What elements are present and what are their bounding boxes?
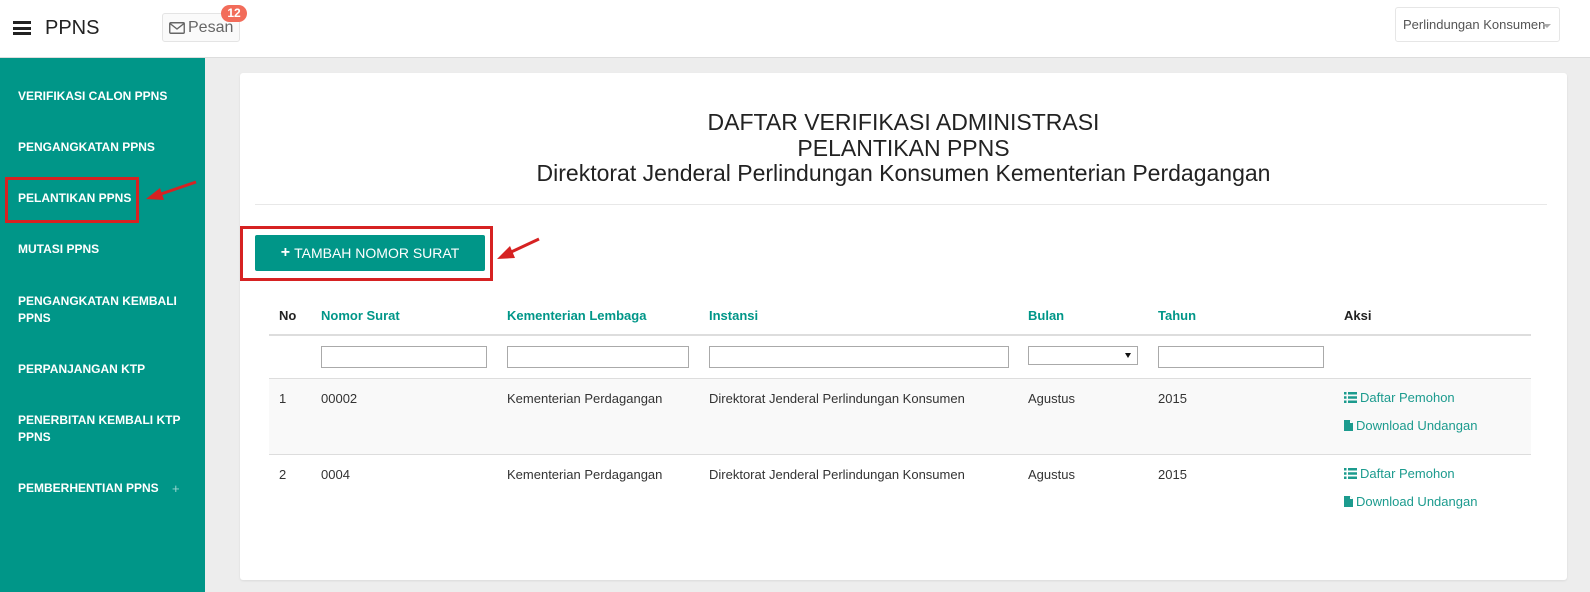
main-panel: DAFTAR VERIFIKASI ADMINISTRASI PELANTIKA…: [240, 73, 1567, 580]
cell-instansi: Direktorat Jenderal Perlindungan Konsume…: [709, 391, 965, 406]
column-header-bulan[interactable]: Bulan: [1028, 308, 1064, 323]
download-undangan-label: Download Undangan: [1356, 494, 1478, 509]
cell-kementerian: Kementerian Perdagangan: [507, 391, 663, 406]
row-divider: [269, 454, 1531, 455]
file-icon: [1344, 496, 1353, 507]
column-header-kementerian-lembaga[interactable]: Kementerian Lembaga: [507, 308, 646, 323]
divider: [255, 204, 1547, 205]
filter-bulan-select[interactable]: [1028, 346, 1138, 365]
cell-no: 2: [279, 467, 287, 482]
file-icon: [1344, 420, 1353, 431]
list-icon: [1344, 392, 1357, 403]
column-header-aksi: Aksi: [1344, 308, 1372, 323]
sidebar-item-pemberhentian-ppns[interactable]: PEMBERHENTIAN PPNS: [18, 480, 193, 497]
column-header-nomor-surat[interactable]: Nomor Surat: [321, 308, 400, 323]
ministry-dropdown[interactable]: Perlindungan Konsumen: [1395, 7, 1560, 42]
download-undangan-label: Download Undangan: [1356, 418, 1478, 433]
page-title-line1: DAFTAR VERIFIKASI ADMINISTRASI: [707, 109, 1100, 135]
hamburger-menu-icon[interactable]: [13, 21, 31, 35]
column-header-tahun[interactable]: Tahun: [1158, 308, 1196, 323]
caret-down-icon: [1543, 24, 1551, 28]
filter-nomor-surat-input[interactable]: [321, 346, 487, 368]
daftar-pemohon-link[interactable]: Daftar Pemohon: [1344, 466, 1455, 481]
cell-nomor-surat: 0004: [321, 467, 350, 482]
cell-bulan: Agustus: [1028, 467, 1075, 482]
annotation-arrow-icon: [497, 237, 540, 259]
list-icon: [1344, 468, 1357, 479]
filter-tahun-input[interactable]: [1158, 346, 1324, 368]
header-divider: [269, 334, 1531, 336]
annotation-highlight-box: [5, 177, 139, 223]
cell-tahun: 2015: [1158, 391, 1187, 406]
top-bar: PPNS Pesan 12 Perlindungan Konsumen: [0, 0, 1590, 58]
filter-instansi-input[interactable]: [709, 346, 1009, 368]
annotation-highlight-box: [240, 226, 493, 281]
messages-count-badge: 12: [221, 5, 247, 22]
cell-instansi: Direktorat Jenderal Perlindungan Konsume…: [709, 467, 965, 482]
daftar-pemohon-label: Daftar Pemohon: [1360, 390, 1455, 405]
page-title-line2: PELANTIKAN PPNS: [797, 135, 1010, 161]
cell-kementerian: Kementerian Perdagangan: [507, 467, 663, 482]
page-subtitle: Direktorat Jenderal Perlindungan Konsume…: [536, 160, 1271, 186]
cell-no: 1: [279, 391, 287, 406]
sidebar-item-pengangkatan-ppns[interactable]: PENGANGKATAN PPNS: [18, 139, 193, 156]
cell-nomor-surat: 00002: [321, 391, 358, 406]
cell-tahun: 2015: [1158, 467, 1187, 482]
sidebar-item-pengangkatan-kembali-ppns[interactable]: PENGANGKATAN KEMBALI PPNS: [18, 293, 178, 327]
daftar-pemohon-label: Daftar Pemohon: [1360, 466, 1455, 481]
annotation-arrow-icon: [146, 180, 197, 200]
download-undangan-link[interactable]: Download Undangan: [1344, 418, 1477, 433]
column-header-no: No: [279, 308, 297, 323]
sidebar: VERIFIKASI CALON PPNS PENGANGKATAN PPNS …: [0, 58, 205, 592]
sidebar-item-verifikasi-calon-ppns[interactable]: VERIFIKASI CALON PPNS: [18, 88, 193, 105]
column-header-instansi[interactable]: Instansi: [709, 308, 758, 323]
download-undangan-link[interactable]: Download Undangan: [1344, 494, 1477, 509]
sidebar-item-penerbitan-kembali-ktp-ppns[interactable]: PENERBITAN KEMBALI KTP PPNS: [18, 412, 183, 446]
ministry-dropdown-value: Perlindungan Konsumen: [1403, 17, 1546, 32]
app-title[interactable]: PPNS: [45, 17, 99, 40]
expand-plus-icon[interactable]: +: [172, 481, 180, 496]
cell-bulan: Agustus: [1028, 391, 1075, 406]
daftar-pemohon-link[interactable]: Daftar Pemohon: [1344, 390, 1455, 405]
sidebar-item-perpanjangan-ktp[interactable]: PERPANJANGAN KTP: [18, 361, 193, 378]
filter-kementerian-input[interactable]: [507, 346, 689, 368]
dropdown-arrow-icon: [1125, 353, 1131, 358]
sidebar-item-mutasi-ppns[interactable]: MUTASI PPNS: [18, 241, 193, 258]
envelope-icon: [169, 21, 185, 34]
